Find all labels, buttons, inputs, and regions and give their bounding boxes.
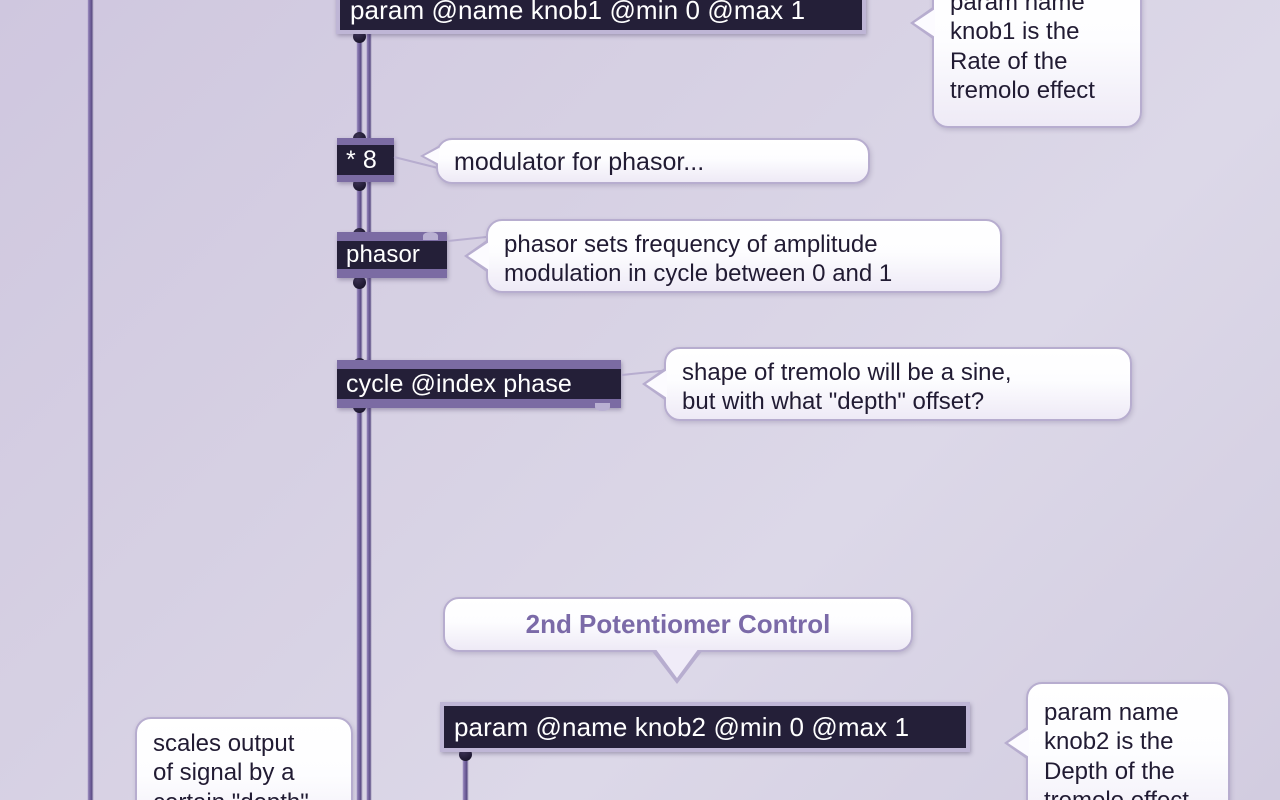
bubble-tail-inner-icon bbox=[1008, 729, 1029, 757]
comment-knob2-depth[interactable]: param name knob2 is the Depth of the tre… bbox=[1004, 682, 1230, 800]
object-inlet-band bbox=[337, 138, 394, 145]
param-knob1-label: param @name knob1 @min 0 @max 1 bbox=[350, 0, 806, 25]
patch-cord-param1-to-mult[interactable] bbox=[356, 36, 363, 146]
multiply-8-label: * 8 bbox=[346, 145, 377, 174]
patcher-canvas[interactable]: param @name knob1 @min 0 @max 1 * 8 phas… bbox=[0, 0, 1280, 800]
multiply-8-object[interactable]: * 8 bbox=[337, 138, 394, 182]
comment-text: phasor sets frequency of amplitude modul… bbox=[504, 231, 893, 288]
patch-cord-phasor-to-cycle[interactable] bbox=[356, 276, 363, 368]
comment-text: 2nd Potentiomer Control bbox=[525, 609, 831, 639]
param-knob2-label: param @name knob2 @min 0 @max 1 bbox=[454, 711, 910, 742]
comment-section-title[interactable]: 2nd Potentiomer Control bbox=[443, 597, 913, 684]
bubble-tail-inner-icon bbox=[655, 648, 699, 678]
bubble-tail-inner-icon bbox=[468, 242, 489, 270]
comment-scales-output[interactable]: scales output of signal by a certain "de… bbox=[135, 717, 353, 800]
bubble-tail-inner-icon bbox=[914, 9, 935, 37]
cycle-label: cycle @index phase bbox=[346, 369, 572, 398]
cycle-object[interactable]: cycle @index phase bbox=[337, 360, 621, 411]
object-inlet-band bbox=[337, 360, 621, 369]
bubble-tail-inner-icon bbox=[424, 148, 439, 164]
patch-cord-left-rail[interactable] bbox=[87, 0, 94, 800]
phasor-object[interactable]: phasor bbox=[337, 232, 447, 278]
object-outlet-band bbox=[337, 399, 621, 408]
comment-cycle-shape[interactable]: shape of tremolo will be a sine, but wit… bbox=[642, 347, 1132, 421]
param-knob1-object[interactable]: param @name knob1 @min 0 @max 1 bbox=[336, 0, 866, 34]
comment-text: modulator for phasor... bbox=[454, 148, 705, 176]
comment-modulator[interactable]: modulator for phasor... bbox=[420, 138, 870, 184]
phasor-right-inlet[interactable] bbox=[423, 232, 438, 240]
comment-text: param name knob1 is the Rate of the trem… bbox=[950, 0, 1095, 104]
comment-knob1-rate[interactable]: param name knob1 is the Rate of the trem… bbox=[910, 0, 1142, 128]
comment-text: scales output of signal by a certain "de… bbox=[153, 730, 309, 800]
patch-cord-cycle-out[interactable] bbox=[356, 404, 363, 800]
comment-text: param name knob2 is the Depth of the tre… bbox=[1044, 699, 1189, 800]
object-outlet-band bbox=[337, 269, 447, 278]
comment-phasor-frequency[interactable]: phasor sets frequency of amplitude modul… bbox=[464, 219, 1002, 293]
param-knob2-object[interactable]: param @name knob2 @min 0 @max 1 bbox=[440, 702, 970, 752]
phasor-label: phasor bbox=[346, 241, 420, 268]
cycle-right-outlet[interactable] bbox=[595, 403, 610, 411]
bubble-tail-inner-icon bbox=[646, 370, 667, 398]
object-outlet-band bbox=[337, 175, 394, 182]
comment-text: shape of tremolo will be a sine, but wit… bbox=[682, 359, 1012, 416]
